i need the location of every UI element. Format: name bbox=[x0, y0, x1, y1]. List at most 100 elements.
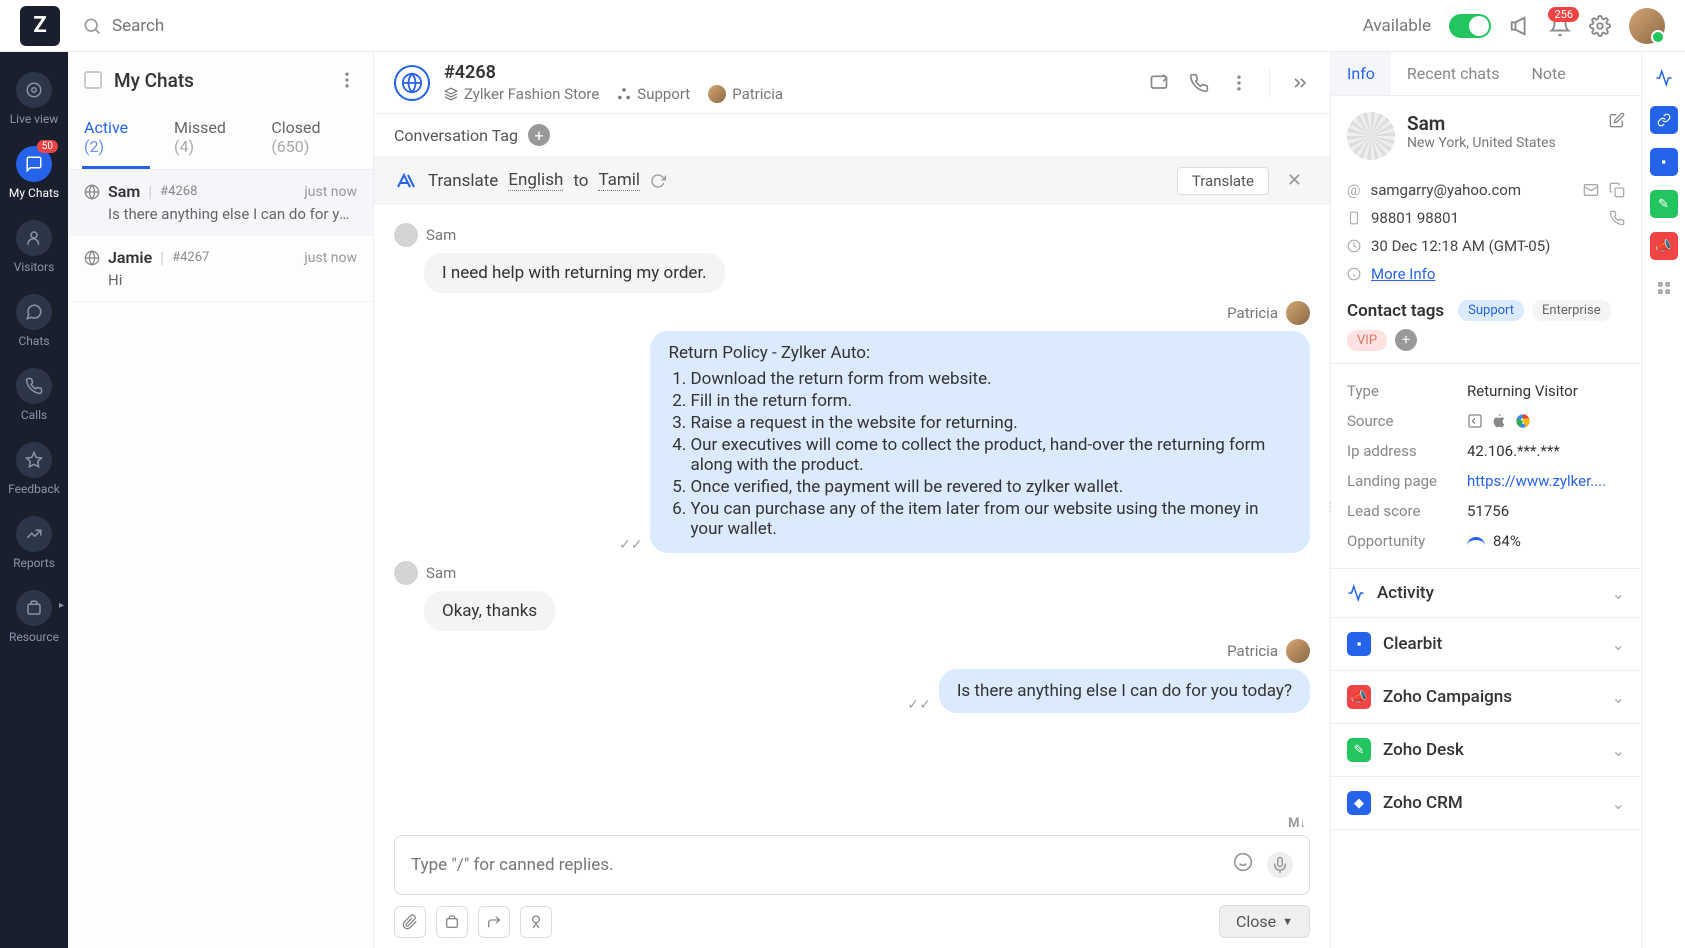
chat-list-more-icon[interactable] bbox=[337, 70, 357, 90]
nav-my-chats[interactable]: 50 My Chats bbox=[0, 136, 68, 210]
chevron-down-icon: ⌄ bbox=[1612, 688, 1625, 707]
availability-toggle[interactable] bbox=[1449, 14, 1491, 38]
accordion-clearbit[interactable]: ▪ Clearbit ⌄ bbox=[1331, 618, 1641, 671]
message-agent: Return Policy - Zylker Auto: Download th… bbox=[650, 331, 1310, 553]
nav-calls[interactable]: Calls bbox=[0, 358, 68, 432]
share-icon[interactable] bbox=[1149, 73, 1169, 93]
notification-bell-icon[interactable]: 256 bbox=[1549, 15, 1571, 37]
tab-missed[interactable]: Missed (4) bbox=[172, 108, 247, 169]
visitor-name: Sam bbox=[1407, 112, 1597, 135]
app-logo[interactable]: Z bbox=[20, 6, 60, 46]
mic-icon[interactable] bbox=[1267, 852, 1293, 878]
forward-icon[interactable] bbox=[478, 906, 510, 938]
rail-apps-icon[interactable] bbox=[1650, 274, 1678, 302]
add-contact-tag-button[interactable]: + bbox=[1395, 329, 1417, 351]
conversation-more-icon[interactable] bbox=[1229, 73, 1249, 93]
rail-activity-icon[interactable] bbox=[1650, 64, 1678, 92]
chevron-down-icon: ⌄ bbox=[1612, 584, 1625, 603]
tab-note[interactable]: Note bbox=[1516, 52, 1582, 95]
tab-closed[interactable]: Closed (650) bbox=[269, 108, 359, 169]
conversation-tag-label: Conversation Tag bbox=[394, 126, 518, 145]
nav-chats[interactable]: Chats bbox=[0, 284, 68, 358]
select-all-checkbox[interactable] bbox=[84, 71, 102, 89]
direct-source-icon bbox=[1467, 413, 1483, 429]
apple-icon bbox=[1491, 413, 1507, 429]
rail-clearbit-icon[interactable]: ▪ bbox=[1650, 148, 1678, 176]
settings-gear-icon[interactable] bbox=[1589, 15, 1611, 37]
accordion-zoho-campaigns[interactable]: 📣 Zoho Campaigns ⌄ bbox=[1331, 671, 1641, 724]
chat-item-jamie[interactable]: Jamie | #4267 just now Hi bbox=[68, 236, 373, 302]
canned-icon[interactable] bbox=[520, 906, 552, 938]
call-action-icon[interactable] bbox=[1609, 210, 1625, 226]
department-name: Support bbox=[617, 85, 690, 103]
right-rail: ▪ ✎ 📣 bbox=[1641, 52, 1685, 948]
tab-info[interactable]: Info bbox=[1331, 52, 1391, 95]
availability-label: Available bbox=[1363, 16, 1431, 36]
opportunity-score: 84% bbox=[1467, 532, 1625, 550]
attach-icon[interactable] bbox=[394, 906, 426, 938]
more-info-link[interactable]: More Info bbox=[1371, 265, 1435, 283]
nav-feedback[interactable]: Feedback bbox=[0, 432, 68, 506]
phone-icon bbox=[1347, 211, 1361, 225]
desk-icon: ✎ bbox=[1347, 738, 1371, 762]
user-avatar[interactable] bbox=[1629, 8, 1665, 44]
chevron-right-icon: ▸ bbox=[59, 600, 64, 611]
patricia-avatar bbox=[1286, 301, 1310, 325]
add-tag-button[interactable]: + bbox=[528, 124, 550, 146]
sam-avatar bbox=[394, 561, 418, 585]
rail-link-icon[interactable] bbox=[1650, 106, 1678, 134]
accordion-activity[interactable]: Activity ⌄ bbox=[1331, 569, 1641, 618]
mail-icon[interactable] bbox=[1583, 182, 1599, 198]
nav-resource[interactable]: ▸ Resource bbox=[0, 580, 68, 654]
copy-icon[interactable] bbox=[1609, 182, 1625, 198]
tag-enterprise[interactable]: Enterprise bbox=[1532, 300, 1611, 321]
agent-name: Patricia bbox=[708, 85, 783, 103]
markdown-indicator[interactable]: M↓ bbox=[394, 811, 1310, 835]
clearbit-icon: ▪ bbox=[1347, 632, 1371, 656]
rail-campaigns-icon[interactable]: 📣 bbox=[1650, 232, 1678, 260]
chat-list-panel: My Chats Active (2) Missed (4) Closed (6… bbox=[68, 52, 374, 948]
drag-handle-icon[interactable]: ⋮ bbox=[1324, 500, 1336, 514]
translate-to-lang[interactable]: Tamil bbox=[598, 170, 640, 191]
accordion-zoho-desk[interactable]: ✎ Zoho Desk ⌄ bbox=[1331, 724, 1641, 777]
call-icon[interactable] bbox=[1189, 73, 1209, 93]
accordion-zoho-crm[interactable]: ◆ Zoho CRM ⌄ bbox=[1331, 777, 1641, 830]
search-input[interactable] bbox=[112, 16, 1363, 36]
visitor-timestamp: 30 Dec 12:18 AM (GMT-05) bbox=[1371, 237, 1550, 255]
message-visitor: I need help with returning my order. bbox=[424, 253, 725, 293]
schedule-icon[interactable] bbox=[436, 906, 468, 938]
landing-page-link[interactable]: https://www.zylker.... bbox=[1467, 472, 1625, 490]
translate-from-lang[interactable]: English bbox=[508, 170, 563, 191]
edit-profile-icon[interactable] bbox=[1609, 112, 1625, 128]
globe-icon bbox=[84, 250, 100, 266]
collapse-panel-icon[interactable] bbox=[1290, 73, 1310, 93]
nav-reports[interactable]: Reports bbox=[0, 506, 68, 580]
message-input[interactable] bbox=[411, 855, 1233, 875]
refresh-icon[interactable] bbox=[650, 173, 666, 189]
tag-vip[interactable]: VIP bbox=[1347, 330, 1387, 351]
visitor-location: New York, United States bbox=[1407, 135, 1597, 151]
emoji-icon[interactable] bbox=[1233, 852, 1253, 878]
nav-visitors[interactable]: Visitors bbox=[0, 210, 68, 284]
translate-button[interactable]: Translate bbox=[1177, 167, 1269, 195]
at-icon: @ bbox=[1347, 181, 1360, 199]
tab-recent-chats[interactable]: Recent chats bbox=[1391, 52, 1516, 95]
close-translate-icon[interactable]: ✕ bbox=[1279, 166, 1310, 195]
nav-my-chats-badge: 50 bbox=[37, 140, 58, 153]
chat-item-sam[interactable]: Sam | #4268 just now Is there anything e… bbox=[68, 170, 373, 236]
info-icon bbox=[1347, 267, 1361, 281]
tab-active[interactable]: Active (2) bbox=[82, 108, 150, 169]
visitor-ip: 42.106.***.*** bbox=[1467, 442, 1625, 460]
search-icon bbox=[82, 16, 102, 36]
close-chat-button[interactable]: Close ▼ bbox=[1219, 905, 1310, 938]
visitor-type: Returning Visitor bbox=[1467, 382, 1625, 400]
chat-list-title: My Chats bbox=[114, 69, 194, 92]
tag-support[interactable]: Support bbox=[1458, 300, 1524, 321]
read-receipt-icon: ✓✓ bbox=[907, 697, 930, 713]
read-receipt-icon: ✓✓ bbox=[619, 537, 642, 553]
nav-live-view[interactable]: Live view bbox=[0, 62, 68, 136]
sam-avatar bbox=[394, 223, 418, 247]
left-navigation: Live view 50 My Chats Visitors Chats Cal… bbox=[0, 52, 68, 948]
rail-desk-icon[interactable]: ✎ bbox=[1650, 190, 1678, 218]
announcement-icon[interactable] bbox=[1509, 15, 1531, 37]
